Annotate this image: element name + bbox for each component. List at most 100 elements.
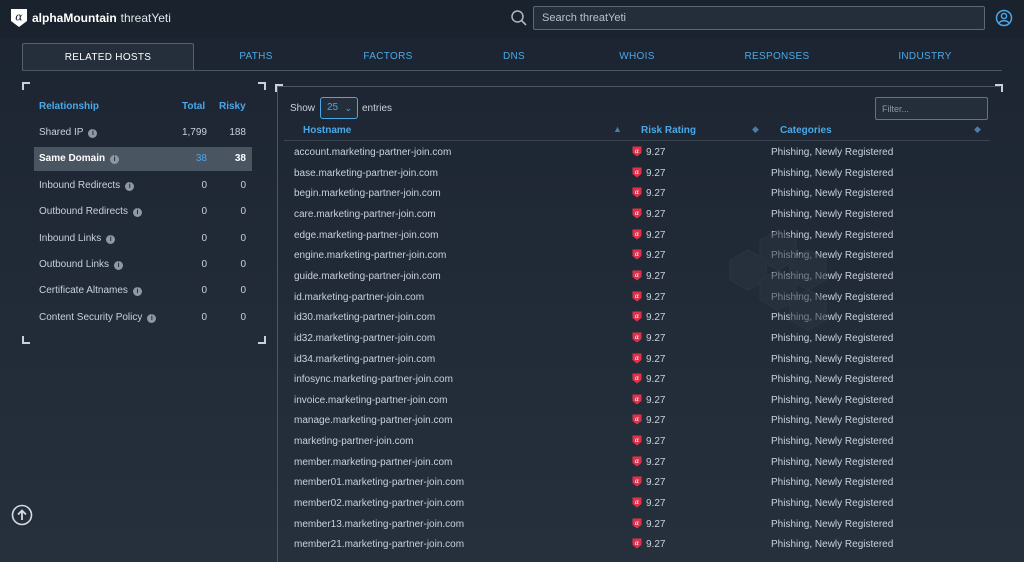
search-icon[interactable] bbox=[510, 9, 528, 27]
alpha-logo-icon[interactable]: α bbox=[10, 8, 28, 28]
risky-header[interactable]: Risky bbox=[219, 101, 246, 112]
chevron-down-icon: ⌄ bbox=[344, 103, 352, 113]
relationship-total: 0 bbox=[201, 285, 207, 297]
hostname-cell[interactable]: marketing-partner-join.com bbox=[294, 436, 414, 447]
info-icon[interactable]: i bbox=[110, 155, 120, 165]
relationship-risky: 0 bbox=[240, 206, 246, 218]
hostname-cell[interactable]: account.marketing-partner-join.com bbox=[294, 147, 451, 158]
search-input[interactable] bbox=[533, 6, 985, 30]
entries-select[interactable]: 25 ⌄ bbox=[320, 97, 358, 119]
hostname-cell[interactable]: member13.marketing-partner-join.com bbox=[294, 519, 464, 530]
hostname-cell[interactable]: member01.marketing-partner-join.com bbox=[294, 477, 464, 488]
table-row[interactable]: invoice.marketing-partner-join.com α 9.27 P… bbox=[284, 390, 990, 411]
table-row[interactable]: marketing-partner-join.com α 9.27 Phishing,… bbox=[284, 431, 990, 452]
table-row[interactable]: member21.marketing-partner-join.com α 9.27… bbox=[284, 534, 990, 555]
tab-whois[interactable]: WHOIS bbox=[570, 43, 704, 71]
relationship-name: Shared IP i bbox=[39, 127, 98, 138]
risk-cell: α 9.27 bbox=[632, 414, 665, 426]
hostname-cell[interactable]: id30.marketing-partner-join.com bbox=[294, 312, 435, 323]
tab-dns[interactable]: DNS bbox=[458, 43, 570, 71]
relationship-total: 0 bbox=[201, 232, 207, 244]
hostname-cell[interactable]: guide.marketing-partner-join.com bbox=[294, 271, 441, 282]
hostname-cell[interactable]: infosync.marketing-partner-join.com bbox=[294, 374, 453, 385]
product-name: threatYeti bbox=[120, 11, 171, 25]
brand-title[interactable]: alphaMountain threatYeti bbox=[32, 11, 171, 25]
sort-asc-icon[interactable]: ▲ bbox=[613, 124, 622, 134]
svg-text:α: α bbox=[635, 167, 640, 175]
table-row[interactable]: member13.marketing-partner-join.com α 9.27… bbox=[284, 514, 990, 535]
tab-factors[interactable]: FACTORS bbox=[318, 43, 458, 71]
table-row[interactable]: manage.marketing-partner-join.com α 9.27 Ph… bbox=[284, 410, 990, 431]
tab-paths[interactable]: PATHS bbox=[194, 43, 318, 71]
tab-bar: RELATED HOSTS PATHS FACTORS DNS WHOIS RE… bbox=[22, 43, 1002, 71]
hostname-cell[interactable]: begin.marketing-partner-join.com bbox=[294, 188, 441, 199]
hostname-cell[interactable]: member.marketing-partner-join.com bbox=[294, 457, 452, 468]
risk-cell: α 9.27 bbox=[632, 497, 665, 509]
risk-value: 9.27 bbox=[646, 415, 666, 427]
hostname-cell[interactable]: member02.marketing-partner-join.com bbox=[294, 498, 464, 509]
hostname-cell[interactable]: base.marketing-partner-join.com bbox=[294, 168, 438, 179]
total-header[interactable]: Total bbox=[182, 101, 205, 112]
hostname-cell[interactable]: member21.marketing-partner-join.com bbox=[294, 539, 464, 550]
risk-cell: α 9.27 bbox=[632, 167, 665, 179]
risk-badge-icon: α bbox=[632, 311, 642, 322]
info-icon[interactable]: i bbox=[125, 181, 135, 191]
risk-badge-icon: α bbox=[632, 208, 642, 219]
info-icon[interactable]: i bbox=[114, 261, 124, 270]
hex-background-decoration bbox=[729, 229, 827, 331]
relationship-row[interactable]: Same Domain i 38 38 bbox=[34, 147, 252, 172]
table-row[interactable]: id34.marketing-partner-join.com α 9.27 Phis… bbox=[284, 349, 990, 370]
info-icon[interactable]: i bbox=[106, 234, 116, 244]
table-row[interactable]: member01.marketing-partner-join.com α 9.27… bbox=[284, 472, 990, 493]
hostname-cell[interactable]: id32.marketing-partner-join.com bbox=[294, 333, 435, 344]
panel-corner bbox=[995, 84, 1003, 92]
hostname-cell[interactable]: manage.marketing-partner-join.com bbox=[294, 415, 452, 426]
relationship-row[interactable]: Outbound Redirects i 0 0 bbox=[34, 200, 252, 224]
table-row[interactable]: member02.marketing-partner-join.com α 9.27… bbox=[284, 493, 990, 514]
relationship-total: 1,799 bbox=[181, 127, 207, 138]
hostname-cell[interactable]: invoice.marketing-partner-join.com bbox=[294, 395, 447, 406]
table-row[interactable]: infosync.marketing-partner-join.com α 9.27… bbox=[284, 369, 990, 390]
risk-badge-icon: α bbox=[632, 229, 642, 240]
relationship-header[interactable]: Relationship bbox=[39, 101, 99, 112]
column-risk-rating[interactable]: Risk Rating bbox=[641, 125, 696, 136]
sort-icon[interactable]: ◆ bbox=[974, 124, 981, 135]
hostname-cell[interactable]: care.marketing-partner-join.com bbox=[294, 209, 436, 220]
info-icon[interactable]: i bbox=[132, 208, 142, 218]
relationships-panel: Relationship Total Risky Shared IP i 1,799… bbox=[22, 82, 266, 344]
info-icon[interactable]: i bbox=[132, 287, 142, 297]
risk-badge-icon: α bbox=[632, 497, 642, 508]
arrow-up-circle-icon[interactable] bbox=[11, 504, 33, 526]
hostname-cell[interactable]: id.marketing-partner-join.com bbox=[294, 292, 424, 303]
tab-responses[interactable]: RESPONSES bbox=[704, 43, 850, 71]
tab-industry[interactable]: INDUSTRY bbox=[850, 43, 1000, 71]
table-row[interactable]: member.marketing-partner-join.com α 9.27 Ph… bbox=[284, 452, 990, 473]
risk-value: 9.27 bbox=[646, 167, 666, 179]
hostname-cell[interactable]: edge.marketing-partner-join.com bbox=[294, 230, 439, 241]
svg-text:α: α bbox=[635, 312, 640, 320]
relationship-row[interactable]: Inbound Redirects i 0 0 bbox=[34, 174, 252, 198]
risk-cell: α 9.27 bbox=[632, 394, 665, 406]
svg-text:α: α bbox=[635, 147, 640, 155]
tab-related-hosts[interactable]: RELATED HOSTS bbox=[22, 43, 194, 71]
risk-value: 9.27 bbox=[646, 229, 666, 241]
risk-badge-icon: α bbox=[632, 249, 642, 260]
user-icon[interactable] bbox=[995, 9, 1013, 27]
relationship-row[interactable]: Shared IP i 1,799 188 bbox=[34, 121, 252, 145]
relationship-label: Outbound Links bbox=[39, 259, 110, 270]
info-icon[interactable]: i bbox=[147, 313, 157, 323]
relationship-row[interactable]: Outbound Links i 0 0 bbox=[34, 253, 252, 277]
relationship-row[interactable]: Certificate Altnames i 0 0 bbox=[34, 279, 252, 303]
risk-value: 9.27 bbox=[646, 456, 666, 468]
relationship-name: Certificate Altnames i bbox=[39, 285, 142, 297]
relationship-row[interactable]: Content Security Policy i 0 0 bbox=[34, 306, 252, 330]
hostname-cell[interactable]: id34.marketing-partner-join.com bbox=[294, 354, 435, 365]
risk-badge-icon: α bbox=[632, 146, 642, 157]
relationship-name: Outbound Links i bbox=[39, 259, 124, 270]
categories-cell: Phishing, Newly Registered bbox=[771, 436, 894, 448]
hostname-cell[interactable]: engine.marketing-partner-join.com bbox=[294, 250, 446, 261]
relationship-row[interactable]: Inbound Links i 0 0 bbox=[34, 227, 252, 251]
info-icon[interactable]: i bbox=[88, 129, 98, 138]
relationship-label: Outbound Redirects bbox=[39, 206, 128, 218]
column-hostname[interactable]: Hostname bbox=[303, 125, 351, 136]
